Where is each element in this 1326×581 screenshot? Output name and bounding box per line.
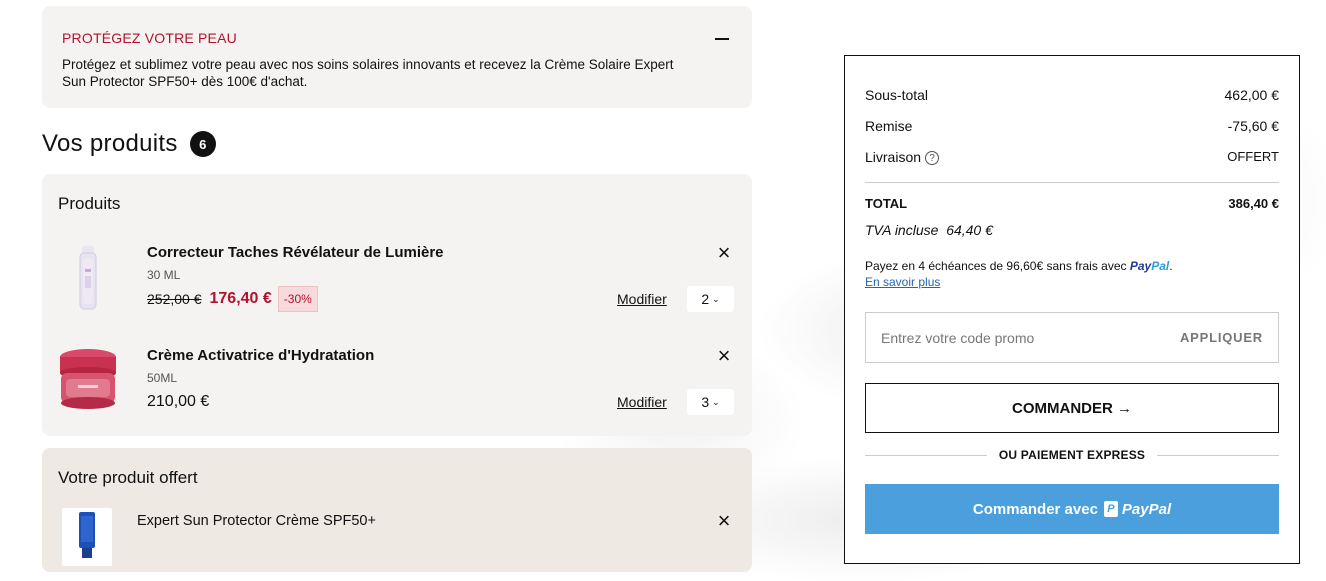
product-count-badge: 6 — [189, 131, 216, 157]
discount-row: Remise -75,60 € — [865, 118, 1279, 134]
shipping-label: Livraison — [865, 149, 922, 165]
quantity-value: 2 — [701, 291, 710, 307]
question-circle-icon[interactable]: ? — [925, 151, 940, 166]
express-payment-separator: OU PAIEMENT EXPRESS — [865, 448, 1279, 462]
product-name[interactable]: Crème Activatrice d'Hydratation — [147, 347, 374, 364]
paypal-installment-info: Payez en 4 échéances de 96,60€ sans frai… — [865, 259, 1173, 289]
product-image — [58, 345, 118, 415]
tva-label: TVA incluse — [865, 222, 939, 238]
express-payment-label: OU PAIEMENT EXPRESS — [998, 448, 1146, 462]
product-size: 30 ML — [147, 268, 181, 282]
promo-code-field: APPLIQUER — [865, 312, 1279, 363]
paypal-logo: PayPal — [1129, 259, 1170, 273]
old-price: 252,00 € — [147, 291, 202, 307]
checkout-button[interactable]: COMMANDER → — [865, 383, 1279, 433]
quantity-select[interactable]: 3 ⌄ — [687, 389, 734, 415]
gift-product-image — [62, 508, 112, 566]
products-panel: Produits Correcteur Taches Révélateur de… — [42, 174, 752, 436]
products-panel-title: Produits — [58, 194, 121, 213]
promo-banner-text: Protégez et sublimez votre peau avec nos… — [62, 57, 674, 89]
paypal-button-label: Commander avec — [972, 500, 1098, 518]
modify-link[interactable]: Modifier — [617, 291, 667, 307]
gift-product-name: Expert Sun Protector Crème SPF50+ — [137, 513, 376, 529]
subtotal-value: 462,00 € — [1224, 87, 1280, 103]
paypal-icon: P PayPal — [1103, 501, 1171, 518]
close-icon[interactable]: × — [715, 242, 733, 264]
gift-panel-title: Votre produit offert — [58, 468, 198, 487]
learn-more-link[interactable]: En savoir plus — [865, 275, 940, 289]
discount-value: -75,60 € — [1227, 118, 1279, 134]
close-icon[interactable]: × — [715, 510, 733, 532]
shipping-value: OFFERT — [1227, 149, 1279, 164]
close-icon[interactable]: × — [715, 345, 733, 367]
total-row: TOTAL 386,40 € — [865, 196, 1279, 211]
promo-banner-title: PROTÉGEZ VOTRE PEAU — [62, 30, 237, 46]
chevron-down-icon: ⌄ — [712, 396, 720, 407]
product-price: 210,00 € — [147, 393, 210, 410]
total-value: 386,40 € — [1228, 196, 1279, 211]
divider — [865, 182, 1279, 183]
discount-badge: -30% — [277, 286, 318, 312]
paypal-checkout-button[interactable]: Commander avec P PayPal — [865, 484, 1279, 534]
product-size: 50ML — [147, 371, 178, 385]
tva-info: TVA incluse 64,40 € — [865, 222, 993, 238]
page-title: Vos produits — [42, 130, 178, 157]
modify-link[interactable]: Modifier — [617, 394, 667, 410]
minus-icon[interactable] — [714, 32, 730, 46]
quantity-value: 3 — [701, 394, 710, 410]
subtotal-label: Sous-total — [865, 87, 929, 103]
total-label: TOTAL — [865, 196, 908, 211]
promo-code-input[interactable] — [881, 329, 1161, 346]
apply-promo-button[interactable]: APPLIQUER — [1180, 330, 1263, 345]
product-price-row: 252,00 € 176,40 € -30% — [147, 286, 318, 312]
paypal-installment-text: Payez en 4 échéances de 96,60€ sans frai… — [865, 259, 1127, 273]
discount-label: Remise — [865, 118, 913, 134]
order-summary: Sous-total 462,00 € Remise -75,60 € Livr… — [844, 55, 1300, 564]
chevron-down-icon: ⌄ — [712, 293, 720, 304]
gift-panel: Votre produit offert Expert Sun Protecto… — [42, 448, 752, 572]
products-heading: Vos produits 6 — [42, 130, 216, 158]
promo-banner: PROTÉGEZ VOTRE PEAU Protégez et sublimez… — [42, 6, 752, 108]
tva-value: 64,40 € — [946, 222, 993, 238]
sale-price: 176,40 € — [209, 290, 272, 307]
product-name[interactable]: Correcteur Taches Révélateur de Lumière — [147, 244, 444, 261]
quantity-select[interactable]: 2 ⌄ — [687, 286, 734, 312]
product-image — [58, 244, 118, 314]
subtotal-row: Sous-total 462,00 € — [865, 87, 1279, 103]
shipping-row: Livraison? OFFERT — [865, 149, 1279, 166]
product-price-row: 210,00 € — [147, 393, 209, 411]
